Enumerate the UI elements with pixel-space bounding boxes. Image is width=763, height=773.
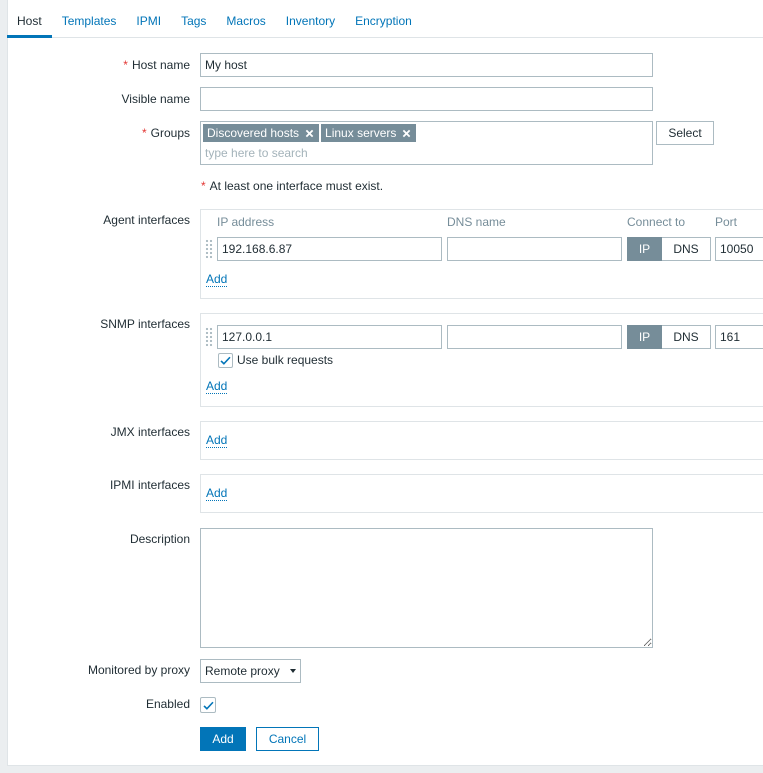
add-snmp-interface-link[interactable]: Add <box>206 379 228 394</box>
proxy-label: Monitored by proxy <box>87 663 190 677</box>
agent-interfaces-label: Agent interfaces <box>103 213 190 227</box>
connect-dns-button[interactable]: DNS <box>662 237 711 261</box>
description-label: Description <box>129 532 190 546</box>
required-mark: * <box>201 179 206 193</box>
connect-ip-button[interactable]: IP <box>627 325 662 349</box>
proxy-select[interactable]: Remote proxy <box>200 659 301 683</box>
ipmi-interfaces-label: IPMI interfaces <box>109 478 190 492</box>
interfaces-notice-text: At least one interface must exist. <box>209 179 384 193</box>
select-groups-button[interactable]: Select <box>656 121 714 145</box>
snmp-connect-to-toggle: IP DNS <box>627 325 711 349</box>
selected-groups: Discovered hosts Linux servers <box>203 124 417 142</box>
jmx-interfaces-box: Add <box>200 421 763 460</box>
proxy-select-value: Remote proxy <box>205 664 280 678</box>
add-jmx-interface-link[interactable]: Add <box>206 433 228 448</box>
host-edit-page: Host Templates IPMI Tags Macros Inventor… <box>0 0 763 773</box>
column-header-port: Port <box>715 215 738 229</box>
tab-host[interactable]: Host <box>7 0 52 38</box>
chevron-down-icon <box>290 669 296 673</box>
required-mark: * <box>141 126 147 140</box>
group-chip: Discovered hosts <box>203 124 320 142</box>
agent-interfaces-box: IP address DNS name Connect to Port IP D… <box>200 209 763 299</box>
jmx-interfaces-label: JMX interfaces <box>110 425 190 439</box>
tab-macros[interactable]: Macros <box>216 0 275 37</box>
groups-label: * Groups <box>8 121 190 145</box>
visible-name-label: Visible name <box>121 92 190 106</box>
snmp-ip-input[interactable] <box>217 325 442 349</box>
add-agent-interface-link[interactable]: Add <box>206 272 228 287</box>
host-name-label: * Host name <box>8 53 190 77</box>
add-button[interactable]: Add <box>200 727 246 751</box>
remove-icon[interactable] <box>402 128 412 138</box>
check-icon <box>220 356 231 365</box>
enabled-checkbox[interactable] <box>200 697 216 713</box>
snmp-interfaces-box: IP DNS Use bulk requests Add <box>200 313 763 407</box>
group-chip: Linux servers <box>321 124 417 142</box>
snmp-interfaces-label: SNMP interfaces <box>100 317 190 331</box>
host-name-label-text: Host name <box>131 58 190 72</box>
description-textarea[interactable] <box>200 528 653 648</box>
agent-port-input[interactable] <box>715 237 763 261</box>
bulk-requests-checkbox[interactable] <box>218 353 233 368</box>
ipmi-interfaces-box: Add <box>200 474 763 513</box>
groups-search-input[interactable] <box>201 143 652 163</box>
host-name-input[interactable] <box>200 53 653 77</box>
tab-encryption[interactable]: Encryption <box>345 0 422 37</box>
groups-multiselect: Discovered hosts Linux servers <box>200 121 653 165</box>
tab-inventory[interactable]: Inventory <box>276 0 345 37</box>
column-header-ip-address: IP address <box>217 215 275 229</box>
groups-label-text: Groups <box>150 126 190 140</box>
tab-ipmi[interactable]: IPMI <box>126 0 171 37</box>
group-chip-label: Linux servers <box>325 126 397 140</box>
tab-tags[interactable]: Tags <box>171 0 216 37</box>
drag-handle-icon[interactable] <box>205 327 213 347</box>
bulk-requests-label: Use bulk requests <box>237 353 334 367</box>
add-ipmi-interface-link[interactable]: Add <box>206 486 228 501</box>
column-header-connect-to: Connect to <box>627 215 686 229</box>
column-header-dns-name: DNS name <box>447 215 506 229</box>
agent-connect-to-toggle: IP DNS <box>627 237 711 261</box>
enabled-label: Enabled <box>145 697 190 711</box>
cancel-button[interactable]: Cancel <box>256 727 319 751</box>
connect-ip-button[interactable]: IP <box>627 237 662 261</box>
tab-bar: Host Templates IPMI Tags Macros Inventor… <box>7 0 763 38</box>
check-icon <box>202 701 214 710</box>
drag-handle-icon[interactable] <box>205 239 213 259</box>
connect-dns-button[interactable]: DNS <box>662 325 711 349</box>
remove-icon[interactable] <box>305 128 315 138</box>
snmp-dns-input[interactable] <box>447 325 622 349</box>
group-chip-label: Discovered hosts <box>207 126 300 140</box>
agent-dns-input[interactable] <box>447 237 622 261</box>
agent-ip-input[interactable] <box>217 237 442 261</box>
required-mark: * <box>123 58 128 72</box>
interfaces-notice: * At least one interface must exist. <box>201 178 383 194</box>
tab-templates[interactable]: Templates <box>52 0 127 37</box>
snmp-port-input[interactable] <box>715 325 763 349</box>
visible-name-input[interactable] <box>200 87 653 111</box>
